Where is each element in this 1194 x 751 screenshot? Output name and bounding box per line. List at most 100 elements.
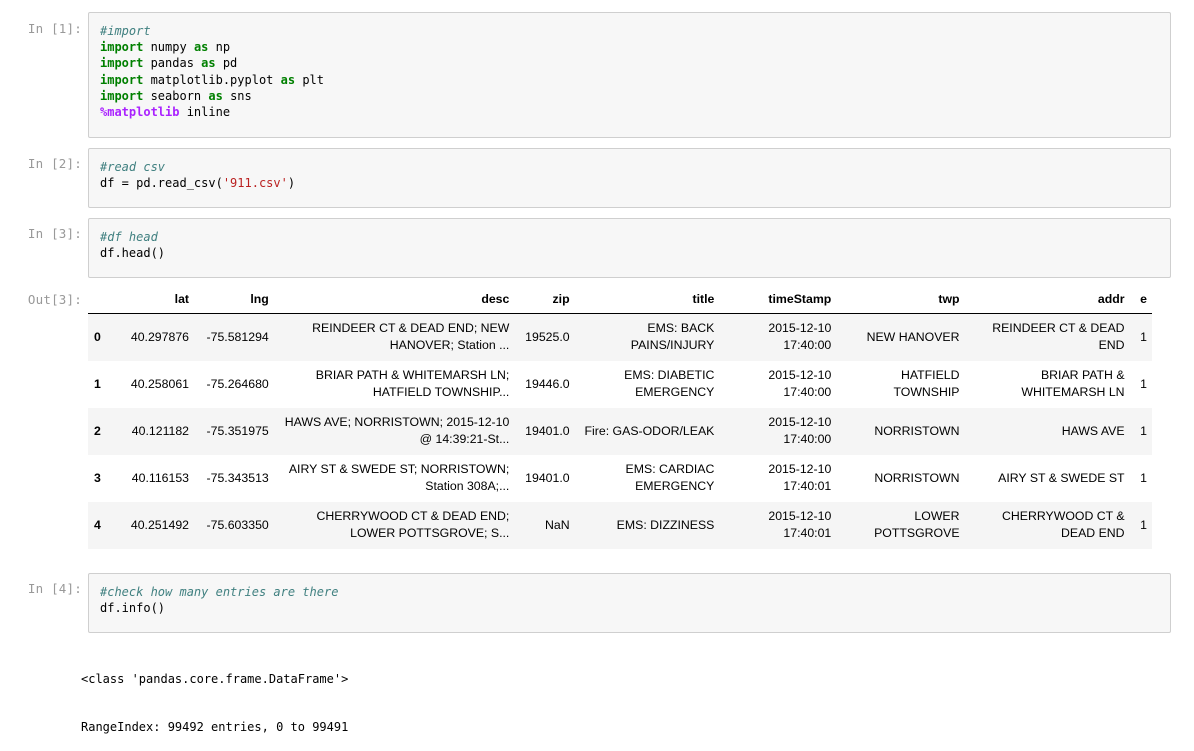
code-token: df = pd.read_csv( <box>100 176 223 191</box>
code-editor[interactable]: #df head df.head() <box>88 218 1171 278</box>
table-cell: -75.343513 <box>206 470 269 485</box>
code-line: #read csv <box>100 159 1159 175</box>
code-line: df = pd.read_csv('911.csv') <box>100 175 1159 191</box>
code-token: df.info() <box>100 601 166 616</box>
table-cell: 19446.0 <box>525 376 570 391</box>
table-cell: EMS: BACK PAINS/INJURY <box>630 321 715 353</box>
info-output: <class 'pandas.core.frame.DataFrame'> Ra… <box>81 639 348 751</box>
code-token: import <box>100 88 144 103</box>
row-index: 0 <box>94 330 101 345</box>
dataframe-body: 0 40.297876 -75.581294 REINDEER CT & DEAD E… <box>88 313 1152 549</box>
table-cell: EMS: DIZZINESS <box>616 517 715 532</box>
table-cell: NaN <box>545 517 570 532</box>
table-cell: 40.116153 <box>131 470 190 485</box>
table-row: 4 40.251492 -75.603350 CHERRYWOOD CT & DEAD… <box>88 501 1152 549</box>
table-cell: REINDEER CT & DEAD END; NEW HANOVER; Sta… <box>312 321 510 353</box>
table-cell: -75.264680 <box>206 376 269 391</box>
code-token: sns <box>222 88 252 103</box>
output-prompt: Out[3]: <box>27 292 82 307</box>
table-cell: -75.603350 <box>206 517 269 532</box>
table-cell: 2015-12-10 17:40:00 <box>768 415 832 446</box>
code-token: matplotlib.pyplot <box>143 72 281 87</box>
column-header: lng <box>194 289 274 314</box>
table-cell: CHERRYWOOD CT & DEAD END <box>1002 509 1125 540</box>
table-cell: 40.121182 <box>131 423 190 438</box>
table-cell: 19401.0 <box>525 470 570 485</box>
table-cell: 40.251492 <box>130 517 190 532</box>
table-cell: 1 <box>1140 470 1147 485</box>
code-token: np <box>208 40 231 55</box>
table-cell: 1 <box>1140 329 1147 344</box>
table-cell: HAWS AVE; NORRISTOWN; 2015-12-10 @ 14:39… <box>284 415 510 446</box>
column-header: timeStamp <box>719 289 837 314</box>
table-cell: 1 <box>1140 376 1147 391</box>
table-cell: -75.581294 <box>206 329 269 344</box>
index-header <box>88 289 116 314</box>
column-header: lat <box>115 289 195 314</box>
code-line: #import <box>100 23 1159 39</box>
code-editor[interactable]: #read csv df = pd.read_csv('911.csv') <box>88 148 1171 208</box>
table-row: 2 40.121182 -75.351975 HAWS AVE; NORRISTOWN… <box>88 407 1152 455</box>
table-cell: 2015-12-10 17:40:01 <box>768 462 832 493</box>
column-header: e <box>1129 289 1152 314</box>
table-cell: 2015-12-10 17:40:00 <box>768 321 832 353</box>
code-token: #read csv <box>100 160 166 174</box>
table-cell: AIRY ST & SWEDE ST <box>998 470 1125 485</box>
code-line: import matplotlib.pyplot as plt <box>100 72 1159 88</box>
column-header: title <box>574 289 720 314</box>
column-header: desc <box>273 289 515 314</box>
code-token: seaborn <box>143 88 209 103</box>
table-cell: NORRISTOWN <box>874 470 960 485</box>
input-prompt: In [3]: <box>27 226 82 241</box>
code-token: import <box>100 56 144 71</box>
code-line: import seaborn as sns <box>100 88 1159 104</box>
input-prompt: In [2]: <box>27 156 82 171</box>
table-cell: 1 <box>1140 517 1147 532</box>
table-cell: 1 <box>1140 423 1147 438</box>
code-line: import numpy as np <box>100 39 1159 55</box>
code-editor[interactable]: #check how many entries are there df.info… <box>88 573 1171 633</box>
code-token: plt <box>295 72 324 87</box>
code-token: import <box>100 40 144 55</box>
table-cell: AIRY ST & SWEDE ST; NORRISTOWN; Station … <box>288 462 510 493</box>
table-cell: -75.351975 <box>206 423 269 438</box>
table-cell: NEW HANOVER <box>866 329 960 344</box>
input-prompt: In [4]: <box>27 581 82 596</box>
table-cell: BRIAR PATH & WHITEMARSH LN <box>1021 368 1125 399</box>
column-header: twp <box>836 289 965 314</box>
table-cell: 19401.0 <box>525 423 570 438</box>
table-cell: EMS: DIABETIC EMERGENCY <box>624 368 715 399</box>
output-line: <class 'pandas.core.frame.DataFrame'> <box>81 672 349 686</box>
row-index: 3 <box>94 471 101 485</box>
table-row: 0 40.297876 -75.581294 REINDEER CT & DEAD E… <box>88 313 1152 361</box>
code-token: import <box>100 72 144 87</box>
code-token: pd <box>215 56 238 71</box>
table-row: 3 40.116153 -75.343513 AIRY ST & SWEDE ST; … <box>88 455 1152 502</box>
code-token: #check how many entries are there <box>100 585 339 599</box>
code-token: ) <box>287 176 296 191</box>
table-row: 1 40.258061 -75.264680 BRIAR PATH & WHITEMA… <box>88 361 1152 408</box>
code-token: numpy <box>143 40 194 55</box>
code-line: import pandas as pd <box>100 55 1159 71</box>
code-line: df.head() <box>100 245 1159 261</box>
code-token: #import <box>100 24 151 38</box>
code-editor[interactable]: #import import numpy as np import pandas a… <box>88 12 1171 138</box>
code-token: as <box>201 56 216 71</box>
table-cell: HAWS AVE <box>1061 423 1125 438</box>
code-token: '911.csv' <box>222 176 288 191</box>
table-cell: 40.258061 <box>130 376 190 391</box>
code-token: pandas <box>143 56 202 71</box>
table-cell: LOWER POTTSGROVE <box>874 509 960 540</box>
code-token: %matplotlib <box>100 105 180 120</box>
code-token: as <box>208 88 223 103</box>
code-line: #check how many entries are there <box>100 584 1159 600</box>
table-cell: 2015-12-10 17:40:01 <box>768 509 832 540</box>
table-cell: NORRISTOWN <box>874 423 960 438</box>
code-token: inline <box>179 105 231 120</box>
table-cell: 19525.0 <box>525 329 570 344</box>
row-index: 4 <box>94 518 101 532</box>
row-index: 2 <box>94 424 101 438</box>
dataframe-table: lat lng desc zip title timeStamp twp addr e 0 40.… <box>88 289 1152 549</box>
column-header: addr <box>964 289 1130 314</box>
code-line: #df head <box>100 229 1159 245</box>
